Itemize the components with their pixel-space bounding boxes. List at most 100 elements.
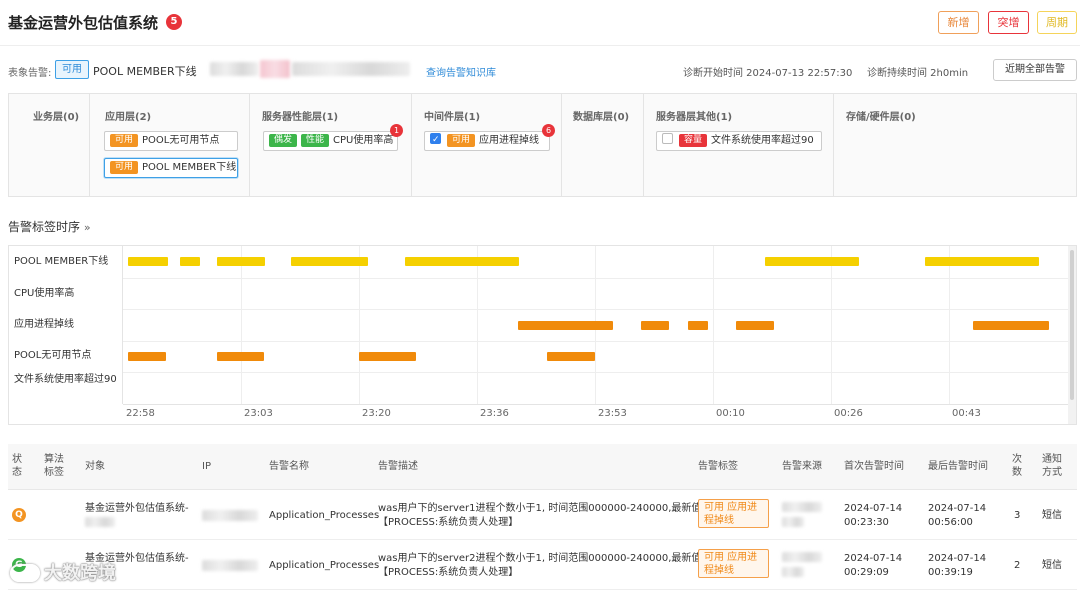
- column-header: 状态: [12, 454, 22, 478]
- timeline-alarm-bar[interactable]: [405, 257, 519, 266]
- timeline-alarm-bar[interactable]: [128, 257, 168, 266]
- checkbox-unchecked[interactable]: [662, 133, 673, 144]
- last-alarm-time: 00:39:19: [928, 567, 973, 578]
- column-header: 最后告警时间: [928, 461, 988, 472]
- timeline-tick-label: 22:58: [126, 408, 155, 419]
- all-alarms-button[interactable]: 近期全部告警: [993, 59, 1077, 81]
- layer-database: 数据库层(0): [562, 94, 644, 196]
- timeline-row-label: CPU使用率高: [14, 288, 75, 299]
- cycle-button[interactable]: 周期: [1037, 11, 1077, 34]
- timeline-row-label: 应用进程掉线: [14, 319, 74, 330]
- alarm-chip-fs-usage[interactable]: 容量 文件系统使用率超过90: [656, 131, 822, 151]
- column-header: 告警标签: [698, 461, 738, 472]
- redacted-source: [782, 567, 804, 577]
- object-name: 基金运营外包估值系统-: [85, 503, 189, 514]
- kb-link[interactable]: 查询告警知识库: [426, 64, 496, 79]
- checkbox-checked[interactable]: [430, 131, 441, 149]
- timeline-alarm-bar[interactable]: [973, 321, 1049, 330]
- alarm-chip-process-down[interactable]: 可用应用进程掉线 6: [424, 124, 555, 151]
- timeline-row-labels: POOL MEMBER下线 CPU使用率高 应用进程掉线 POOL无可用节点 文…: [9, 246, 123, 404]
- top-bar: 基金运营外包估值系统 5 新增 突增 周期: [0, 0, 1080, 46]
- redacted-source: [782, 517, 804, 527]
- column-header: IP: [202, 461, 211, 472]
- alarm-name: POOL MEMBER下线: [93, 65, 197, 78]
- alarm-summary-bar: 表象告警: 可用 POOL MEMBER下线 查询告警知识库 诊断开始时间 20…: [0, 50, 1080, 88]
- timeline-section-title[interactable]: 告警标签时序 »: [8, 218, 91, 235]
- notify-method: 短信: [1042, 510, 1062, 521]
- layer-server-other: 服务器层其他(1) 容量 文件系统使用率超过90: [644, 94, 834, 196]
- first-alarm-date: 2024-07-14: [844, 503, 903, 514]
- timeline-alarm-bar[interactable]: [688, 321, 708, 330]
- new-button[interactable]: 新增: [938, 11, 979, 34]
- alarm-chip-cpu-high[interactable]: 偶发 性能 CPU使用率高 1: [263, 124, 403, 151]
- layer-application: 应用层(2) 可用 POOL无可用节点 可用 POOL MEMBER下线: [90, 94, 250, 196]
- timeline-grid: [123, 246, 1069, 404]
- timeline-alarm-bar[interactable]: [180, 257, 200, 266]
- alarm-chip-pool-no-node[interactable]: 可用 POOL无可用节点: [104, 131, 238, 151]
- alarm-status-tag: 可用: [55, 60, 89, 79]
- first-alarm-date: 2024-07-14: [844, 553, 903, 564]
- redacted-text: [292, 62, 410, 76]
- timeline-alarm-bar[interactable]: [765, 257, 859, 266]
- timeline-row-divider: [123, 372, 1069, 373]
- column-header: 次数: [1012, 454, 1022, 478]
- alarm-count: 3: [1014, 510, 1021, 521]
- redacted-text: [210, 62, 258, 76]
- alarm-table: 状态 算法标签 对象 IP 告警名称 告警描述 告警标签 告警来源 首次告警时间…: [8, 444, 1077, 593]
- timeline-alarm-bar[interactable]: [925, 257, 1039, 266]
- timeline-tick-label: 00:26: [834, 408, 863, 419]
- layer-title: 数据库层(0): [573, 112, 630, 123]
- watermark-logo-icon: [10, 564, 40, 582]
- layer-title: 服务器层其他(1): [656, 112, 733, 123]
- timeline-alarm-bar[interactable]: [518, 321, 613, 330]
- last-alarm-date: 2024-07-14: [928, 553, 987, 564]
- timeline-row-divider: [123, 309, 1069, 310]
- table-row[interactable]: G 基金运营外包估值系统- Application_Processes was用…: [8, 540, 1077, 590]
- chip-count-badge: 6: [542, 124, 555, 137]
- timeline-tick-label: 23:53: [598, 408, 627, 419]
- layer-storage-hardware: 存储/硬件层(0): [834, 94, 1076, 196]
- layer-title: 服务器性能层(1): [262, 112, 339, 123]
- timeline-tick-label: 00:43: [952, 408, 981, 419]
- tag-available: 可用: [447, 134, 476, 147]
- alarm-tag: 可用 应用进程掉线: [698, 499, 769, 528]
- alarm-desc: was用户下的server2进程个数小于1, 时间范围000000-240000…: [378, 553, 711, 564]
- redacted-ip: [202, 560, 258, 571]
- diagnosis-start-time: 诊断开始时间 2024-07-13 22:57:30: [683, 68, 853, 79]
- burst-button[interactable]: 突增: [988, 11, 1029, 34]
- table-header: 状态 算法标签 对象 IP 告警名称 告警描述 告警标签 告警来源 首次告警时间…: [8, 444, 1077, 490]
- alarm-desc: 【PROCESS:系统负责人处理】: [378, 517, 519, 528]
- redacted-source: [782, 552, 822, 562]
- timeline-tick-label: 23:03: [244, 408, 273, 419]
- section-title-text: 告警标签时序: [8, 220, 81, 234]
- timeline-alarm-bar[interactable]: [217, 257, 265, 266]
- alarm-chip-pool-member-down[interactable]: 可用 POOL MEMBER下线: [104, 158, 238, 178]
- timeline-scrollbar[interactable]: [1068, 246, 1076, 424]
- layer-business: 业务层(0): [9, 94, 90, 196]
- timeline-gridline: [949, 246, 950, 404]
- column-header: 首次告警时间: [844, 461, 904, 472]
- watermark-text: 大数跨境: [44, 563, 116, 584]
- timeline-alarm-bar[interactable]: [217, 352, 264, 361]
- timeline-row-label: POOL MEMBER下线: [14, 256, 109, 267]
- alarm-timeline: POOL MEMBER下线 CPU使用率高 应用进程掉线 POOL无可用节点 文…: [8, 245, 1077, 425]
- timeline-alarm-bar[interactable]: [128, 352, 166, 361]
- timeline-alarm-bar[interactable]: [641, 321, 669, 330]
- timeline-gridline: [831, 246, 832, 404]
- alarm-label: 表象告警:: [8, 68, 52, 79]
- timeline-gridline: [713, 246, 714, 404]
- timeline-alarm-bar[interactable]: [736, 321, 774, 330]
- timeline-tick-label: 00:10: [716, 408, 745, 419]
- chip-label: 应用进程掉线: [479, 135, 540, 146]
- layer-middleware: 中间件层(1) 可用应用进程掉线 6: [412, 94, 562, 196]
- layer-title: 中间件层(1): [424, 112, 481, 123]
- alarm-count: 2: [1014, 560, 1021, 571]
- timeline-row-label: 文件系统使用率超过90: [14, 374, 117, 385]
- timeline-alarm-bar[interactable]: [291, 257, 368, 266]
- timeline-alarm-bar[interactable]: [359, 352, 416, 361]
- table-row[interactable]: Q 基金运营外包估值系统- Application_Processes was用…: [8, 490, 1077, 540]
- redacted-text: [85, 517, 115, 527]
- timeline-gridline: [359, 246, 360, 404]
- redacted-ip: [202, 510, 258, 521]
- timeline-alarm-bar[interactable]: [547, 352, 595, 361]
